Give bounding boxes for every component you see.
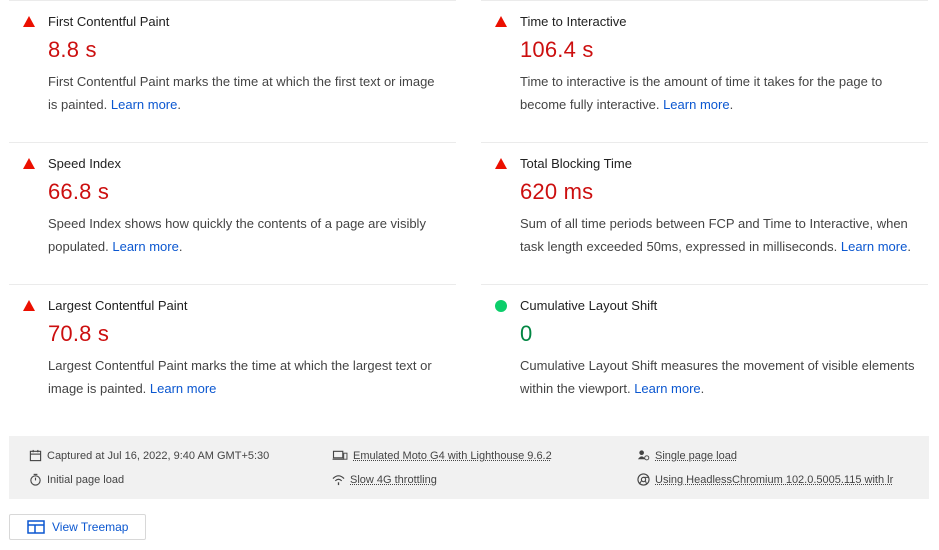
metric-title: First Contentful Paint [48,14,170,29]
metric-value: 0 [520,321,533,346]
metric-description: Time to interactive is the amount of tim… [520,74,883,112]
metric-description: Speed Index shows how quickly the conten… [48,216,426,254]
metric-cumulative-layout-shift: Cumulative Layout Shift 0 Cumulative Lay… [481,284,928,400]
single-page-load-text: Single page load [655,449,737,462]
metric-title: Total Blocking Time [520,156,632,171]
throttling-item[interactable]: Slow 4G throttling [332,473,437,486]
throttling-text: Slow 4G throttling [350,473,437,486]
browser-item[interactable]: Using HeadlessChromium 102.0.5005.115 wi… [637,473,893,486]
treemap-icon [27,520,45,534]
initial-load-item: Initial page load [29,473,124,486]
emulated-device-text: Emulated Moto G4 with Lighthouse 9.6.2 [353,449,552,462]
fail-triangle-icon [23,300,35,311]
learn-more-link[interactable]: Learn more [111,97,177,112]
description-text: Largest Contentful Paint marks the time … [48,358,432,396]
wifi-icon [332,475,345,486]
initial-load-text: Initial page load [47,473,125,486]
description-text: First Contentful Paint marks the time at… [48,74,435,112]
stopwatch-icon [30,473,41,486]
fail-triangle-icon [23,16,35,27]
devices-icon [332,450,348,460]
learn-more-link[interactable]: Learn more [634,381,700,396]
metric-description: First Contentful Paint marks the time at… [48,74,435,112]
description-text: Cumulative Layout Shift measures the mov… [520,358,915,396]
metric-description: Sum of all time periods between FCP and … [520,216,911,254]
metric-total-blocking-time: Total Blocking Time 620 ms Sum of all ti… [481,142,928,258]
metric-title: Time to Interactive [520,14,627,29]
people-icon [637,450,650,461]
captured-at-item: Captured at Jul 16, 2022, 9:40 AM GMT+5:… [29,449,269,462]
single-page-load-item[interactable]: Single page load [637,449,737,462]
metric-description: Cumulative Layout Shift measures the mov… [520,358,915,396]
fail-triangle-icon [495,16,507,27]
metric-value: 66.8 s [48,179,110,204]
metric-value: 70.8 s [48,321,110,346]
view-treemap-button[interactable]: View Treemap [9,514,146,540]
fail-triangle-icon [495,158,507,169]
metric-value: 106.4 s [520,37,594,62]
captured-at-text: Captured at Jul 16, 2022, 9:40 AM GMT+5:… [47,449,270,462]
metric-title: Cumulative Layout Shift [520,298,658,313]
metric-value: 8.8 s [48,37,97,62]
fail-triangle-icon [23,158,35,169]
pass-circle-icon [495,300,507,312]
metric-first-contentful-paint: First Contentful Paint 8.8 s First Conte… [9,0,456,116]
metric-time-to-interactive: Time to Interactive 106.4 s Time to inte… [481,0,928,116]
description-text: Speed Index shows how quickly the conten… [48,216,426,254]
calendar-icon [29,449,42,462]
metric-title: Speed Index [48,156,122,171]
metric-description: Largest Contentful Paint marks the time … [48,354,443,400]
learn-more-link[interactable]: Learn more [841,239,907,254]
browser-text: Using HeadlessChromium 102.0.5005.115 wi… [655,473,894,486]
learn-more-link[interactable]: Learn more [112,239,178,254]
view-treemap-label: View Treemap [52,520,129,534]
chrome-icon [637,473,650,486]
runtime-settings-footer: Captured at Jul 16, 2022, 9:40 AM GMT+5:… [9,436,929,499]
learn-more-link[interactable]: Learn more [663,97,729,112]
metric-value: 620 ms [520,179,594,204]
emulated-device-item[interactable]: Emulated Moto G4 with Lighthouse 9.6.2 [332,449,552,462]
metric-title: Largest Contentful Paint [48,298,188,313]
learn-more-link[interactable]: Learn more [150,381,216,396]
metric-largest-contentful-paint: Largest Contentful Paint 70.8 s Largest … [9,284,456,400]
metric-speed-index: Speed Index 66.8 s Speed Index shows how… [9,142,456,258]
